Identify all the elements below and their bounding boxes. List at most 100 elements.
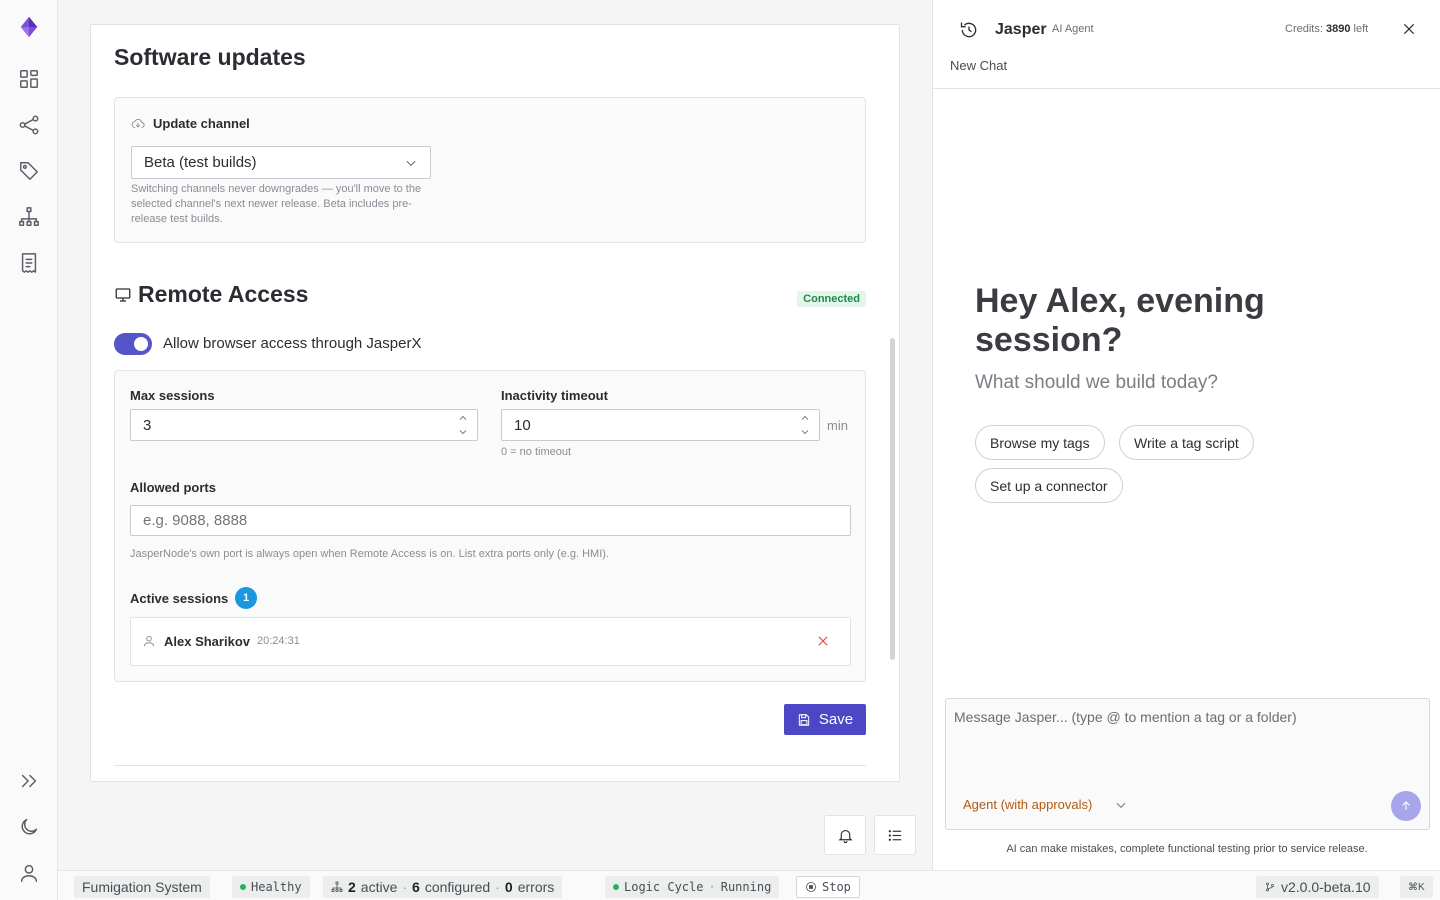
active-count: 2 [348, 879, 356, 895]
agent-mode-select[interactable]: Agent (with approvals) [963, 797, 1128, 812]
message-input[interactable] [946, 699, 1429, 789]
shortcut-text: ⌘K [1408, 881, 1425, 893]
monitor-icon [114, 286, 132, 304]
logic-cycle-chip[interactable]: Logic Cycle · Running [605, 876, 780, 898]
update-channel-label: Update channel [131, 116, 250, 131]
receipt-icon[interactable] [16, 250, 42, 276]
errors-count: 0 [504, 879, 513, 895]
credits-display: Credits: 3890 left [1285, 23, 1368, 35]
logic-cycle-state: Running [720, 880, 772, 894]
chevron-down-icon [1116, 802, 1126, 808]
remote-access-title-text: Remote Access [138, 281, 309, 307]
inactivity-unit: min [827, 418, 848, 433]
inactivity-timeout-input[interactable]: 10 [501, 409, 820, 441]
version-chip[interactable]: v2.0.0-beta.10 [1256, 876, 1379, 898]
separator: · [708, 880, 716, 894]
settings-card: Software updates Update channel Beta (te… [90, 24, 900, 782]
chevron-down-icon[interactable] [457, 426, 469, 438]
inactivity-timeout-stepper[interactable] [799, 412, 811, 438]
git-branch-icon [1266, 882, 1274, 892]
left-nav-rail [0, 0, 58, 900]
logic-cycle-label: Logic Cycle [624, 880, 704, 894]
health-dot [240, 884, 246, 890]
configured-count: 6 [412, 879, 420, 895]
chevron-up-icon[interactable] [457, 412, 469, 424]
max-sessions-input[interactable]: 3 [130, 409, 478, 441]
hierarchy-icon[interactable] [16, 204, 42, 230]
remote-access-toggle[interactable] [114, 333, 152, 355]
save-button[interactable]: Save [784, 704, 866, 735]
session-user-name: Alex Sharikov [164, 634, 250, 649]
suggestion-write-script[interactable]: Write a tag script [1119, 425, 1254, 460]
separator: · [495, 879, 500, 895]
save-icon [798, 713, 810, 726]
update-channel-box: Update channel Beta (test builds) Switch… [114, 97, 866, 243]
list-icon [888, 829, 901, 841]
user-icon[interactable] [16, 860, 42, 886]
version-text: v2.0.0-beta.10 [1281, 879, 1371, 895]
allowed-ports-label: Allowed ports [130, 480, 216, 495]
inactivity-timeout-value: 10 [514, 417, 531, 434]
status-bar: Fumigation System Healthy 2 active · 6 c… [58, 870, 1440, 900]
health-status: Healthy [251, 880, 302, 894]
update-channel-value: Beta (test builds) [144, 154, 257, 171]
active-word: active [360, 879, 398, 895]
separator: · [402, 879, 408, 895]
section-divider [114, 765, 866, 766]
software-updates-title: Software updates [114, 44, 306, 70]
stop-icon [806, 882, 816, 892]
connections-icon[interactable] [16, 112, 42, 138]
connectors-chip[interactable]: 2 active · 6 configured · 0 errors [323, 876, 563, 898]
update-channel-help: Switching channels never downgrades — yo… [131, 183, 422, 225]
dashboard-icon[interactable] [16, 66, 42, 92]
credits-suffix: left [1353, 23, 1369, 35]
history-icon[interactable] [959, 20, 979, 40]
max-sessions-value: 3 [143, 417, 152, 434]
greeting-heading: Hey Alex, evening session? [975, 282, 1265, 359]
moon-icon[interactable] [16, 814, 42, 840]
system-name: Fumigation System [82, 879, 202, 895]
suggestion-setup-connector[interactable]: Set up a connector [975, 468, 1123, 503]
allowed-ports-hint: JasperNode's own port is always open whe… [130, 548, 609, 560]
close-icon[interactable] [1401, 21, 1417, 37]
log-list-button[interactable] [874, 815, 916, 855]
allowed-ports-input[interactable] [130, 505, 851, 536]
max-sessions-label: Max sessions [130, 388, 215, 403]
message-composer: Agent (with approvals) [945, 698, 1430, 830]
credits-label: Credits: [1285, 23, 1323, 35]
system-name-chip[interactable]: Fumigation System [74, 876, 210, 898]
active-sessions-count: 1 [235, 587, 257, 609]
chevron-down-icon[interactable] [799, 426, 811, 438]
suggestion-browse-tags[interactable]: Browse my tags [975, 425, 1105, 460]
max-sessions-stepper[interactable] [457, 412, 469, 438]
scrollbar[interactable] [890, 338, 895, 660]
hierarchy-icon [331, 881, 343, 892]
agent-mode-value: Agent (with approvals) [963, 797, 1093, 812]
inactivity-hint: 0 = no timeout [501, 446, 572, 458]
status-badge: Connected [797, 291, 866, 307]
logo-icon[interactable] [16, 14, 42, 40]
main-content: Software updates Update channel Beta (te… [58, 0, 932, 870]
stop-button[interactable]: Stop [796, 876, 860, 898]
agent-role: AI Agent [1052, 23, 1094, 35]
health-chip[interactable]: Healthy [232, 876, 310, 898]
remote-settings-box: Max sessions 3 Inactivity timeout 10 min… [114, 370, 866, 682]
configured-word: configured [424, 879, 491, 895]
active-sessions-label: Active sessions [130, 591, 229, 606]
update-channel-select[interactable]: Beta (test builds) [131, 146, 431, 179]
expand-icon[interactable] [16, 768, 42, 794]
stop-label: Stop [822, 880, 851, 894]
credits-value: 3890 [1325, 23, 1351, 35]
update-channel-label-text: Update channel [153, 116, 250, 131]
chevron-down-icon [404, 156, 418, 170]
chevron-up-icon[interactable] [799, 412, 811, 424]
send-button[interactable] [1391, 791, 1421, 821]
command-palette-shortcut[interactable]: ⌘K [1400, 876, 1433, 898]
terminate-session-icon[interactable] [816, 634, 830, 648]
tags-icon[interactable] [16, 158, 42, 184]
new-chat-tab[interactable]: New Chat [950, 58, 1007, 73]
remote-access-toggle-label: Allow browser access through JasperX [163, 335, 422, 352]
notifications-button[interactable] [824, 815, 866, 855]
greeting-subtitle: What should we build today? [975, 372, 1218, 393]
toggle-knob [134, 337, 148, 351]
